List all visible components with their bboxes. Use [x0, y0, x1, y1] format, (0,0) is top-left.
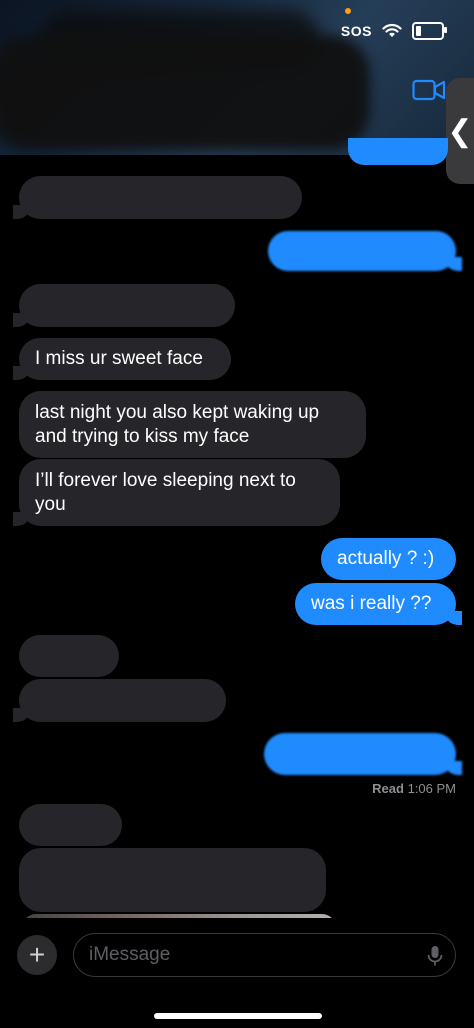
sos-label: SOS	[340, 23, 372, 39]
plus-icon: +	[28, 939, 46, 970]
side-panel-handle[interactable]: ❮	[446, 78, 474, 184]
incoming-message[interactable]: I miss ur sweet face	[13, 338, 231, 380]
message-text: last night you also kept waking up and t…	[35, 401, 320, 447]
outgoing-message-redacted[interactable]	[348, 138, 448, 165]
outgoing-message[interactable]: actually ? :)	[321, 538, 456, 580]
outgoing-message-redacted[interactable]	[268, 231, 462, 271]
incoming-message-redacted[interactable]	[19, 635, 119, 677]
outgoing-message-redacted[interactable]	[264, 733, 462, 775]
battery-icon	[412, 22, 447, 40]
message-text: I miss ur sweet face	[35, 348, 203, 369]
read-receipt: Read 1:06 PM	[372, 781, 456, 796]
outgoing-message[interactable]: was i really ??	[295, 583, 462, 625]
chevron-left-icon: ❮	[447, 114, 473, 148]
read-time: 1:06 PM	[407, 781, 456, 796]
microphone-icon[interactable]	[427, 945, 443, 967]
incoming-message-redacted[interactable]	[19, 804, 122, 846]
home-indicator[interactable]	[154, 1013, 322, 1019]
message-input[interactable]: iMessage	[73, 933, 456, 977]
incoming-message-redacted[interactable]	[13, 679, 226, 722]
add-attachment-button[interactable]: +	[17, 935, 57, 975]
video-call-icon[interactable]	[412, 78, 446, 102]
status-bar: SOS	[340, 22, 447, 40]
read-label: Read	[372, 781, 404, 796]
incoming-message-redacted[interactable]	[13, 176, 302, 219]
incoming-message[interactable]: last night you also kept waking up and t…	[19, 391, 366, 458]
incoming-message[interactable]: I’ll forever love sleeping next to you	[13, 459, 340, 526]
redacted-contact-info	[0, 35, 370, 150]
message-text: was i really ??	[311, 593, 432, 614]
message-text: actually ? :)	[337, 548, 435, 569]
incoming-message-redacted[interactable]	[19, 848, 326, 912]
incoming-message-redacted[interactable]	[13, 284, 235, 327]
mic-in-use-indicator	[345, 8, 351, 14]
message-text: I’ll forever love sleeping next to you	[35, 469, 296, 515]
message-input-placeholder: iMessage	[89, 944, 171, 965]
wifi-icon	[382, 23, 402, 37]
